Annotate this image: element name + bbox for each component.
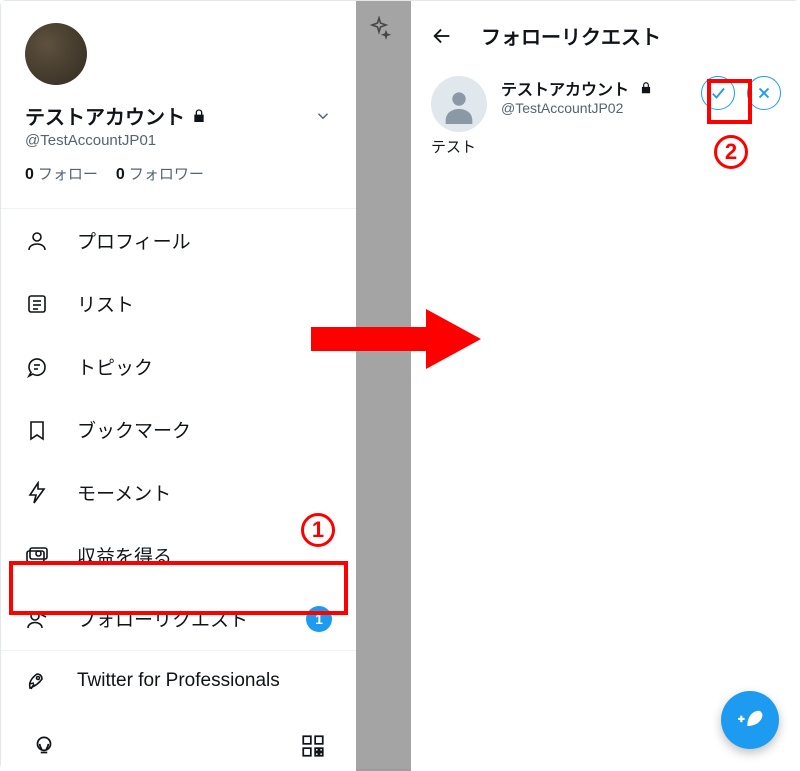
menu-label: プロフィール xyxy=(77,227,191,254)
menu-moments[interactable]: モーメント xyxy=(1,461,356,524)
bottom-bar xyxy=(1,733,356,759)
x-icon xyxy=(755,84,773,102)
accept-button[interactable] xyxy=(701,76,735,110)
menu-label: トピック xyxy=(77,353,153,380)
avatar-default xyxy=(431,76,487,132)
profile-name[interactable]: テストアカウント xyxy=(25,101,185,130)
lock-icon xyxy=(191,108,207,124)
lightning-icon xyxy=(25,481,49,505)
request-row[interactable]: テストアカウント @TestAccountJP02 xyxy=(411,66,800,136)
topic-icon xyxy=(25,355,49,379)
request-handle: @TestAccountJP02 xyxy=(501,100,687,116)
dimmed-strip xyxy=(356,1,411,771)
person-icon xyxy=(25,229,49,253)
follow-request-icon xyxy=(25,607,49,631)
menu-follow-requests[interactable]: フォローリクエスト 1 xyxy=(1,587,356,650)
page-title: フォローリクエスト xyxy=(481,21,661,50)
check-icon xyxy=(709,84,727,102)
menu-label: モーメント xyxy=(77,479,171,506)
avatar[interactable] xyxy=(25,23,87,85)
drawer-menu-list: プロフィール リスト トピック ブックマーク モーメント 収益を得る フォローリ… xyxy=(1,209,356,711)
request-name: テストアカウント xyxy=(501,76,629,100)
menu-label: フォローリクエスト xyxy=(77,605,248,632)
qr-icon[interactable] xyxy=(300,733,326,759)
profile-handle: @TestAccountJP01 xyxy=(25,132,332,149)
menu-lists[interactable]: リスト xyxy=(1,272,356,335)
menu-monetization[interactable]: 収益を得る xyxy=(1,524,356,587)
menu-label: ブックマーク xyxy=(77,416,191,443)
request-bio: テスト xyxy=(411,136,800,157)
bookmark-icon xyxy=(25,418,49,442)
chevron-down-icon[interactable] xyxy=(314,107,332,125)
drawer-menu: テストアカウント @TestAccountJP01 0フォロー 0フォロワー プ… xyxy=(1,1,356,771)
lock-icon xyxy=(639,81,653,95)
menu-label: Twitter for Professionals xyxy=(77,670,280,692)
follow-requests-screen: フォローリクエスト テストアカウント @TestAccountJP02 テスト xyxy=(411,1,800,771)
menu-bookmarks[interactable]: ブックマーク xyxy=(1,398,356,461)
menu-label: リスト xyxy=(77,290,134,317)
money-icon xyxy=(25,544,49,568)
list-icon xyxy=(25,292,49,316)
sparkle-icon xyxy=(367,16,391,40)
followers-stat[interactable]: 0フォロワー xyxy=(116,163,204,184)
menu-label: 収益を得る xyxy=(77,542,172,569)
compose-icon xyxy=(737,707,763,733)
bulb-icon[interactable] xyxy=(31,733,57,759)
menu-twitter-pro[interactable]: Twitter for Professionals xyxy=(1,651,356,711)
compose-fab[interactable] xyxy=(721,691,779,749)
decline-button[interactable] xyxy=(747,76,781,110)
back-arrow-icon[interactable] xyxy=(431,25,453,47)
menu-profile[interactable]: プロフィール xyxy=(1,209,356,272)
menu-topics[interactable]: トピック xyxy=(1,335,356,398)
following-stat[interactable]: 0フォロー xyxy=(25,163,98,184)
profile-header: テストアカウント @TestAccountJP01 0フォロー 0フォロワー xyxy=(1,1,356,192)
badge-count: 1 xyxy=(306,606,332,632)
rocket-icon xyxy=(25,669,49,693)
